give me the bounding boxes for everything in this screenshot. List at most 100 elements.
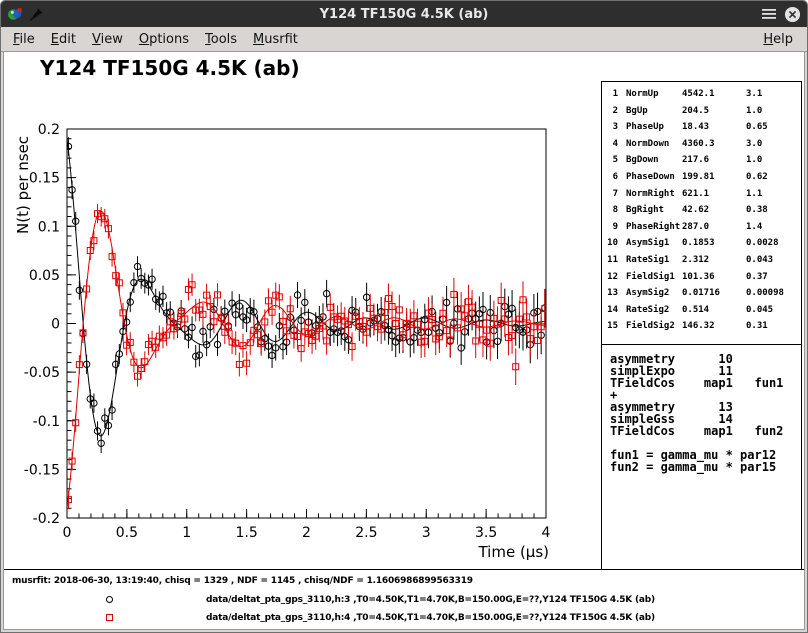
param-value: 18.43 — [682, 122, 746, 132]
param-name: RateSig2 — [626, 305, 682, 315]
legend-text: data/deltat_pta_gps_3110,h:4 ,T0=4.50K,T… — [206, 613, 655, 623]
titlebar[interactable]: Y124 TF150G 4.5K (ab) — [1, 1, 807, 27]
param-value: 101.36 — [682, 272, 746, 282]
window-title: Y124 TF150G 4.5K (ab) — [1, 7, 807, 22]
param-idx: 2 — [606, 106, 618, 116]
param-value: 0.1853 — [682, 238, 746, 248]
param-row: 7 NormRight621.11.1 — [602, 189, 801, 206]
param-error: 0.043 — [746, 255, 773, 265]
param-error: 3.0 — [746, 139, 762, 149]
param-value: 217.6 — [682, 155, 746, 165]
param-row: 14RateSig20.5140.045 — [602, 305, 801, 322]
menu-tools[interactable]: Tools — [197, 29, 245, 50]
main-canvas-area: Y124 TF150G 4.5K (ab) 1NormUp4542.13.12B… — [3, 51, 805, 630]
param-row: 1NormUp4542.13.1 — [602, 89, 801, 106]
param-name: AsymSig2 — [626, 288, 682, 298]
menu-edit[interactable]: Edit — [43, 29, 84, 50]
theory-line: TFieldCos map1 fun2 — [610, 425, 801, 437]
menu-options[interactable]: Options — [131, 29, 197, 50]
fit-status-line: musrfit: 2018-06-30, 13:19:40, chisq = 1… — [12, 576, 804, 586]
param-error: 0.62 — [746, 172, 768, 182]
theory-line: fun2 = gamma_mu * par15 — [610, 461, 801, 473]
param-name: BgUp — [626, 106, 682, 116]
param-value: 2.312 — [682, 255, 746, 265]
param-name: PhaseRight — [626, 222, 682, 232]
param-row: 13 AsymSig20.017160.00098 — [602, 288, 801, 305]
param-row: 6PhaseDown199.810.62 — [602, 172, 801, 189]
pin-icon[interactable] — [29, 7, 44, 22]
menu-view[interactable]: View — [84, 29, 131, 50]
param-error: 0.38 — [746, 205, 768, 215]
fit-parameters-panel: 1NormUp4542.13.12BgUp204.51.03PhaseUp18.… — [601, 81, 802, 345]
open-circle-marker-icon — [106, 596, 113, 603]
footer: musrfit: 2018-06-30, 13:19:40, chisq = 1… — [4, 569, 804, 629]
menubar-right: Help — [755, 29, 807, 50]
param-idx: 11 — [606, 255, 618, 265]
param-row: 4NormDown4360.33.0 — [602, 139, 801, 156]
param-idx: 13 — [606, 288, 618, 298]
param-error: 0.31 — [746, 321, 768, 331]
param-value: 621.1 — [682, 189, 746, 199]
param-value: 4542.1 — [682, 89, 746, 99]
param-value: 204.5 — [682, 106, 746, 116]
param-row: 11 RateSig12.3120.043 — [602, 255, 801, 272]
param-name: PhaseUp — [626, 122, 682, 132]
param-row: 5 BgDown217.61.0 — [602, 155, 801, 172]
param-row: 8BgRight42.620.38 — [602, 205, 801, 222]
param-name: AsymSig1 — [626, 238, 682, 248]
musr-asymmetry-plot[interactable] — [4, 84, 599, 566]
param-row: 10 AsymSig10.18530.0028 — [602, 238, 801, 255]
menubar-left: FileEditViewOptionsToolsMusrfit — [1, 29, 306, 50]
param-row: 3 PhaseUp18.430.65 — [602, 122, 801, 139]
param-idx: 1 — [606, 89, 618, 99]
musrfit-window: Y124 TF150G 4.5K (ab) FileEditViewOption… — [0, 0, 808, 633]
param-idx: 6 — [606, 172, 618, 182]
param-error: 1.1 — [746, 189, 762, 199]
param-name: PhaseDown — [626, 172, 682, 182]
param-error: 1.4 — [746, 222, 762, 232]
param-error: 0.65 — [746, 122, 768, 132]
param-idx: 3 — [606, 122, 618, 132]
param-value: 287.0 — [682, 222, 746, 232]
titlebar-right — [762, 1, 801, 27]
plot-title: Y124 TF150G 4.5K (ab) — [40, 56, 300, 80]
param-error: 1.0 — [746, 155, 762, 165]
param-idx: 4 — [606, 139, 618, 149]
param-row: 2 BgUp204.51.0 — [602, 106, 801, 123]
plot-legend: data/deltat_pta_gps_3110,h:3 ,T0=4.50K,T… — [4, 592, 804, 628]
param-idx: 9 — [606, 222, 618, 232]
param-name: NormRight — [626, 189, 682, 199]
menu-file[interactable]: File — [5, 29, 43, 50]
menu-musrfit[interactable]: Musrfit — [245, 29, 306, 50]
menu-help[interactable]: Help — [755, 29, 801, 50]
theory-line: TFieldCos map1 fun1 — [610, 377, 801, 389]
param-value: 146.32 — [682, 321, 746, 331]
theory-function-panel: asymmetry 10simplExpo 11TFieldCos map1 f… — [601, 344, 802, 570]
param-error: 1.0 — [746, 106, 762, 116]
param-value: 42.62 — [682, 205, 746, 215]
window-menu-icon[interactable] — [762, 8, 776, 20]
param-name: FieldSig1 — [626, 272, 682, 282]
param-idx: 12 — [606, 272, 618, 282]
param-value: 0.01716 — [682, 288, 746, 298]
param-error: 0.00098 — [746, 288, 784, 298]
param-error: 0.37 — [746, 272, 768, 282]
param-idx: 7 — [606, 189, 618, 199]
param-name: BgDown — [626, 155, 682, 165]
param-name: FieldSig2 — [626, 321, 682, 331]
param-idx: 5 — [606, 155, 618, 165]
param-idx: 15 — [606, 321, 618, 331]
param-error: 3.1 — [746, 89, 762, 99]
titlebar-left — [7, 1, 44, 27]
app-icon[interactable] — [7, 6, 23, 22]
legend-row: data/deltat_pta_gps_3110,h:4 ,T0=4.50K,T… — [4, 610, 804, 628]
param-name: RateSig1 — [626, 255, 682, 265]
param-row: 15 FieldSig2146.320.31 — [602, 321, 801, 338]
param-row: 12 FieldSig1101.360.37 — [602, 272, 801, 289]
param-error: 0.0028 — [746, 238, 779, 248]
param-value: 4360.3 — [682, 139, 746, 149]
menubar: FileEditViewOptionsToolsMusrfit Help — [1, 27, 807, 52]
param-idx: 10 — [606, 238, 618, 248]
legend-row: data/deltat_pta_gps_3110,h:3 ,T0=4.50K,T… — [4, 592, 804, 610]
close-icon[interactable] — [784, 6, 801, 23]
